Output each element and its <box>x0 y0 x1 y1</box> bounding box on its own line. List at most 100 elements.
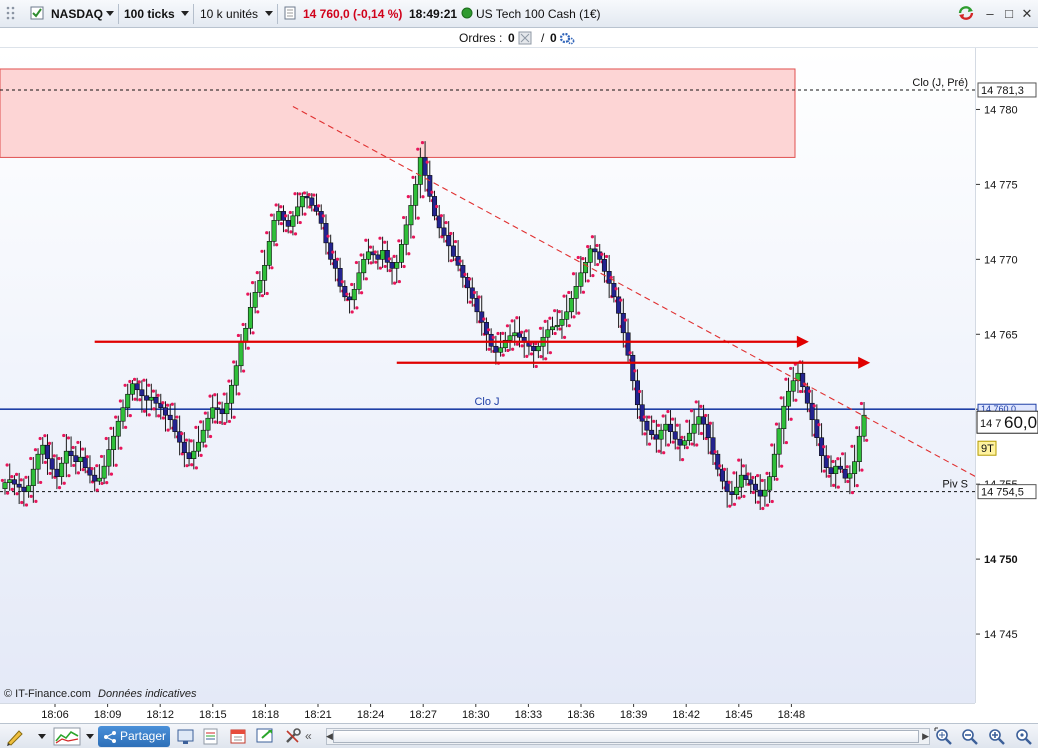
price-axis[interactable]: 14 78014 77514 77014 76514 76014 75514 7… <box>975 48 1038 703</box>
candle-body <box>40 444 46 455</box>
candle-body <box>479 311 485 323</box>
scroll-thumb[interactable] <box>333 730 919 743</box>
chevron-down-icon[interactable] <box>106 11 114 16</box>
tick-marker <box>227 379 231 383</box>
drawing-pen-icon[interactable] <box>4 727 24 746</box>
candle-body <box>389 262 395 269</box>
candle-body <box>16 483 22 488</box>
chevron-down-icon[interactable] <box>265 11 273 16</box>
chevron-down-icon[interactable] <box>38 734 46 739</box>
maximize-icon[interactable]: □ <box>1000 5 1018 23</box>
chevron-down-icon[interactable] <box>181 11 189 16</box>
tick-marker <box>505 324 510 328</box>
tick-marker <box>43 460 47 464</box>
tick-marker <box>269 213 274 217</box>
tick-marker <box>293 232 298 236</box>
scroll-start-icon[interactable]: « <box>305 727 325 746</box>
tools-icon[interactable] <box>283 727 303 746</box>
candle-body <box>290 215 296 227</box>
tick-marker <box>647 442 652 446</box>
minimize-icon[interactable]: – <box>981 5 999 23</box>
time-tick-label: 18:06 <box>41 709 69 721</box>
document-icon[interactable] <box>284 4 296 26</box>
chart-area[interactable]: Clo (J, Pré) Clo J Piv S © IT-Finance.com … <box>0 48 975 703</box>
tick-marker <box>236 333 240 338</box>
current-price-prefix: 14 7 <box>980 418 1001 430</box>
tick-marker <box>850 491 855 495</box>
candle-body <box>786 390 792 407</box>
candle-body <box>7 479 13 483</box>
tick-marker <box>760 478 764 483</box>
price-chart[interactable]: Clo (J, Pré) Clo J Piv S <box>0 48 975 703</box>
zoom-out-icon[interactable] <box>960 727 980 746</box>
share-button[interactable]: Partager <box>98 726 170 747</box>
screen-icon[interactable] <box>176 727 196 746</box>
tick-marker <box>628 351 632 355</box>
tick-marker <box>751 490 755 495</box>
candle-body <box>535 345 541 352</box>
zoom-reset-icon[interactable] <box>1014 727 1034 746</box>
tick-marker <box>138 398 142 402</box>
zoom-in-icon[interactable] <box>987 727 1007 746</box>
tick-marker <box>756 500 760 504</box>
tick-marker <box>411 235 416 239</box>
refresh-icon[interactable] <box>956 4 976 26</box>
level-label: Piv S <box>942 479 968 491</box>
candle-body <box>592 248 598 253</box>
candle-body <box>365 251 371 260</box>
tick-marker <box>241 322 245 327</box>
tick-marker <box>29 456 33 461</box>
checkbox-icon[interactable] <box>30 4 44 26</box>
tick-marker <box>279 205 283 209</box>
tick-marker <box>520 330 524 334</box>
chevron-down-icon[interactable] <box>86 734 94 739</box>
candle-body <box>205 417 211 431</box>
tick-marker <box>208 394 212 398</box>
volume-selector[interactable]: 10 k unités <box>200 3 258 25</box>
scroll-right-icon[interactable]: ▶ <box>922 731 929 742</box>
tick-marker <box>270 266 274 270</box>
close-icon[interactable]: ✕ <box>1018 5 1036 23</box>
zoom-fit-icon[interactable] <box>934 727 954 746</box>
tick-marker <box>184 438 189 442</box>
tick-marker <box>689 409 694 413</box>
tick-marker <box>548 351 553 355</box>
tick-marker <box>321 214 325 218</box>
candle-body <box>748 479 754 485</box>
share-label: Partager <box>120 729 167 743</box>
tick-marker <box>118 399 122 403</box>
candle-body <box>200 429 206 443</box>
gear-icon[interactable] <box>559 30 575 49</box>
interval-selector[interactable]: 100 ticks <box>124 3 175 25</box>
tick-marker <box>444 220 448 225</box>
tick-marker <box>33 448 38 452</box>
tick-marker <box>152 407 156 411</box>
drag-handle-icon[interactable] <box>4 3 18 25</box>
order-window-icon[interactable] <box>255 727 275 746</box>
orders-panel-icon[interactable] <box>518 31 532 48</box>
tick-marker <box>728 504 732 508</box>
indicator-chart-icon[interactable] <box>53 727 81 746</box>
symbol-selector[interactable]: NASDAQ <box>51 3 103 25</box>
candle-body <box>512 332 518 337</box>
scroll-left-icon[interactable]: ◀ <box>326 731 333 742</box>
tick-marker <box>666 409 670 414</box>
trendline <box>292 105 975 477</box>
footer-credit: © IT-Finance.com Données indicatives <box>4 688 196 700</box>
time-axis[interactable]: 18:06 18:09 18:12 18:15 18:18 18:21 18:24 18:27… <box>0 703 975 723</box>
tick-marker <box>123 383 127 387</box>
alert-calendar-icon[interactable] <box>228 727 248 746</box>
tick-marker <box>237 392 241 396</box>
separator <box>118 4 119 24</box>
tick-marker <box>199 453 203 457</box>
list-icon[interactable] <box>201 727 221 746</box>
tick-marker <box>114 463 118 467</box>
tick-marker <box>525 354 529 358</box>
tick-marker <box>355 306 359 310</box>
horizontal-scrollbar[interactable]: ◀ ▶ <box>326 728 930 745</box>
tick-marker <box>619 298 623 302</box>
tick-marker <box>20 500 24 505</box>
candle-body <box>493 345 499 353</box>
tick-marker <box>859 401 864 406</box>
time-tick-label: 18:12 <box>146 709 174 721</box>
